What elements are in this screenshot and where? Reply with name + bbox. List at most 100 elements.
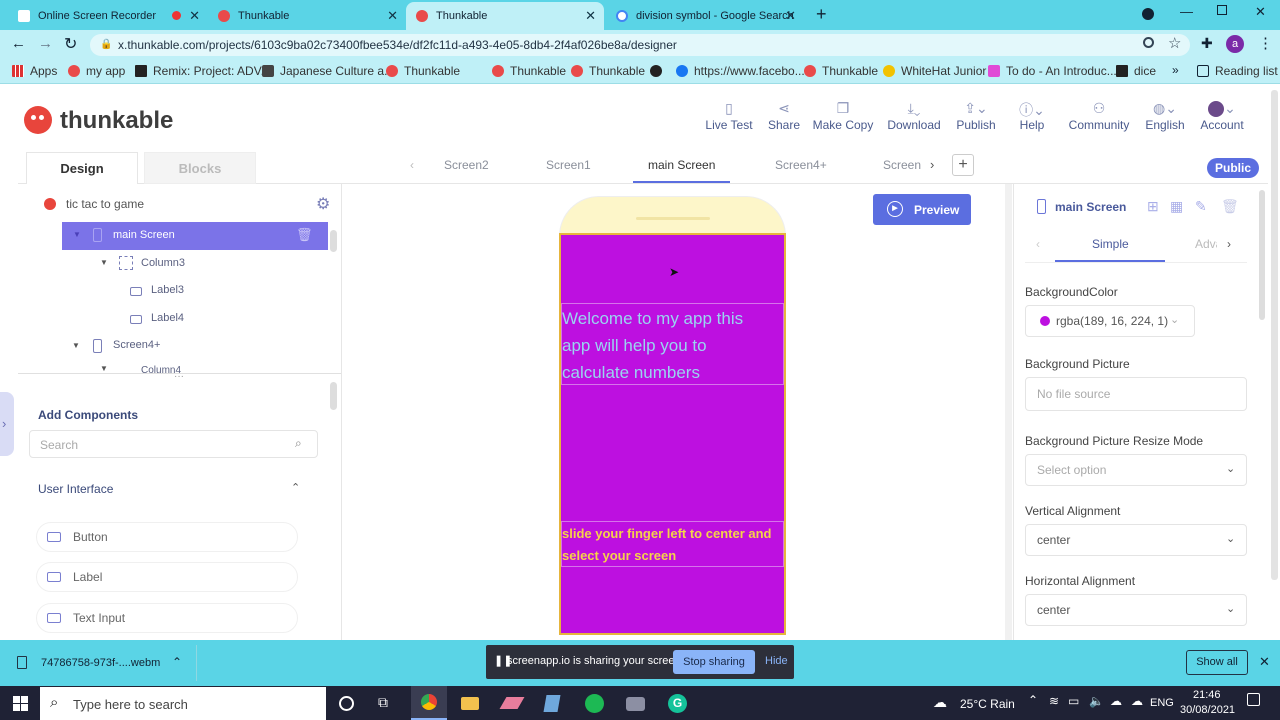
volume-icon[interactable]: 🔈	[1089, 694, 1104, 708]
download-button[interactable]: ⤓⌄ Download	[884, 100, 944, 132]
chevron-right-icon[interactable]: ›	[1227, 237, 1231, 251]
expand-panel-icon[interactable]: ›	[0, 392, 14, 456]
tab-advanced[interactable]: Adva	[1195, 237, 1217, 251]
task-view-icon[interactable]: ⧉	[378, 694, 388, 711]
collapse-icon[interactable]: ▼	[72, 341, 80, 350]
language-indicator[interactable]: ENG	[1150, 697, 1174, 709]
phone-screen[interactable]: Welcome to my app this app will help you…	[559, 233, 786, 635]
weather-icon[interactable]: ☁	[933, 694, 947, 711]
more-bookmarks-icon[interactable]: »	[1172, 63, 1179, 77]
bookmark[interactable]: dice	[1116, 64, 1156, 78]
bookmark[interactable]: Remix: Project: ADV...	[135, 64, 271, 78]
tab-design[interactable]: Design	[26, 152, 138, 184]
reading-list[interactable]: Reading list	[1197, 64, 1278, 78]
star-icon[interactable]: ☆	[1168, 34, 1181, 52]
new-tab-icon[interactable]: +	[816, 4, 827, 25]
bookmark[interactable]: To do - An Introduc...	[988, 64, 1117, 78]
language-button[interactable]: ◍⌄ English	[1142, 100, 1188, 132]
scrollbar[interactable]	[330, 382, 337, 410]
vertical-alignment-select[interactable]: center ⌄	[1025, 524, 1247, 556]
cortana-icon[interactable]	[339, 696, 354, 711]
background-color-picker[interactable]: rgba(189, 16, 224, 1) ⌄	[1025, 305, 1195, 337]
resize-handle-icon[interactable]: ···	[174, 371, 184, 382]
share-button[interactable]: ⋖ Share	[764, 100, 804, 132]
slide-label[interactable]: slide your finger left to center and sel…	[562, 523, 784, 567]
component-search[interactable]: Search ⌕	[29, 430, 318, 458]
download-file[interactable]: 74786758-973f-....webm	[41, 657, 160, 669]
bookmark[interactable]: Japanese Culture a...	[262, 64, 394, 78]
browser-tab[interactable]: division symbol - Google Search ✕	[606, 2, 804, 30]
bookmark[interactable]: Thunkable	[492, 64, 566, 78]
grammarly-icon[interactable]: G	[668, 694, 687, 713]
file-explorer-icon[interactable]	[461, 697, 479, 710]
zoom-icon[interactable]	[1143, 37, 1154, 48]
weather-text[interactable]: 25°C Rain	[960, 697, 1015, 711]
bookmark[interactable]: my app	[68, 64, 125, 78]
windows-start-icon[interactable]	[13, 696, 28, 711]
horizontal-alignment-select[interactable]: center ⌄	[1025, 594, 1247, 626]
forward-icon[interactable]: →	[38, 35, 53, 52]
stop-sharing-button[interactable]: Stop sharing	[673, 650, 755, 674]
component-button[interactable]: Button	[36, 522, 298, 552]
account-button[interactable]: ⌄ Account	[1198, 100, 1246, 132]
thunkable-logo-icon[interactable]	[24, 106, 52, 134]
bookmark[interactable]: https://www.facebo...	[676, 64, 805, 78]
browser-tab[interactable]: Thunkable ✕	[208, 2, 406, 30]
preview-button[interactable]: ▶ Preview	[873, 194, 971, 225]
spotify-icon[interactable]	[585, 694, 604, 713]
hide-button[interactable]: Hide	[765, 655, 788, 667]
tree-item[interactable]: Label4	[151, 312, 184, 324]
tree-item[interactable]: Label3	[151, 284, 184, 296]
close-icon[interactable]: ✕	[1259, 654, 1270, 670]
tree-item-selected[interactable]: ▼ main Screen 🗑	[62, 222, 328, 250]
live-test-button[interactable]: ▯ Live Test	[704, 100, 754, 132]
menu-icon[interactable]: ⋮	[1258, 34, 1273, 52]
chevron-left-icon[interactable]: ‹	[1036, 237, 1040, 251]
collapse-icon[interactable]: ▼	[73, 230, 81, 239]
make-copy-button[interactable]: ❐ Make Copy	[812, 100, 874, 132]
bookmark[interactable]: Thunkable	[804, 64, 878, 78]
welcome-label[interactable]: Welcome to my app this app will help you…	[562, 305, 776, 386]
scrollbar[interactable]	[330, 230, 337, 252]
screen-tab[interactable]: Screen2	[444, 158, 489, 172]
chrome-taskbar-button[interactable]	[411, 686, 447, 720]
add-screen-icon[interactable]: +	[952, 154, 974, 176]
taskbar-search[interactable]: ⌕ Type here to search	[40, 687, 326, 720]
community-button[interactable]: ⚇ Community	[1066, 100, 1132, 132]
public-badge[interactable]: Public	[1207, 158, 1259, 178]
clock-date[interactable]: 30/08/2021	[1180, 704, 1235, 716]
trash-icon[interactable]: 🗑	[296, 227, 313, 243]
screen-tab[interactable]: Screen4+	[775, 158, 827, 172]
scroll-left-icon[interactable]: ‹	[410, 158, 414, 172]
extensions-icon[interactable]: ✚	[1201, 35, 1213, 52]
scrollbar[interactable]	[1259, 190, 1265, 320]
bookmark[interactable]: Apps	[12, 64, 57, 78]
add-folder-icon[interactable]: ⊞	[1147, 198, 1159, 215]
bookmark[interactable]: Thunkable	[386, 64, 460, 78]
bookmark[interactable]: https://www.facebo...	[650, 64, 668, 78]
tree-item[interactable]: Column3	[141, 257, 185, 269]
page-scrollbar[interactable]	[1271, 90, 1278, 580]
notepad-icon[interactable]	[543, 695, 561, 712]
browser-tab-active[interactable]: Thunkable ✕	[406, 2, 604, 30]
user-interface-section[interactable]: User Interface	[38, 482, 113, 496]
close-tab-icon[interactable]: ✕	[189, 8, 200, 24]
trash-icon[interactable]: 🗑	[1221, 198, 1239, 215]
close-tab-icon[interactable]: ✕	[785, 8, 796, 24]
help-button[interactable]: ⓘ⌄ Help	[1014, 100, 1050, 132]
edit-icon[interactable]: ✎	[1195, 198, 1207, 215]
onedrive-icon[interactable]: ☁	[1131, 694, 1143, 708]
resize-mode-select[interactable]: Select option ⌄	[1025, 454, 1247, 486]
url-field[interactable]: 🔒 x.thunkable.com/projects/6103c9ba02c73…	[90, 34, 1190, 56]
back-icon[interactable]: ←	[11, 35, 26, 52]
onedrive-icon[interactable]: ☁	[1110, 694, 1122, 708]
publish-button[interactable]: ⇪⌄ Publish	[952, 100, 1000, 132]
notifications-icon[interactable]	[1247, 693, 1260, 706]
tab-simple[interactable]: Simple	[1092, 237, 1129, 251]
background-picture-field[interactable]: No file source	[1025, 377, 1247, 411]
wifi-icon[interactable]: ≋	[1049, 694, 1059, 708]
chevron-up-icon[interactable]: ⌃	[172, 655, 182, 669]
media-icon[interactable]	[1142, 8, 1154, 20]
screen-tab-active[interactable]: main Screen	[648, 158, 715, 172]
screen-tab[interactable]: Screen1	[546, 158, 591, 172]
